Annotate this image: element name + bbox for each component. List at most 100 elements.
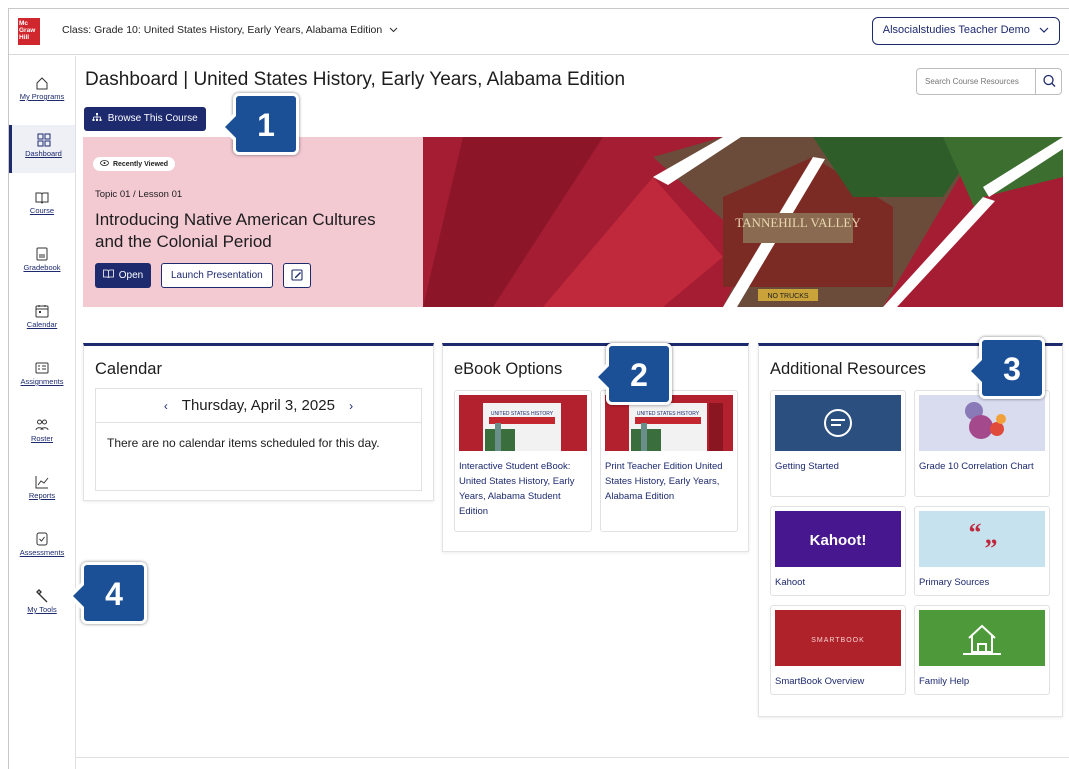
assessments-icon (36, 532, 48, 546)
ebook-card-student[interactable]: UNITED STATES HISTORY Interactive Studen… (454, 390, 592, 532)
sidebar-item-assessments[interactable]: Assessments (9, 524, 75, 572)
calendar-panel: Calendar ‹ Thursday, April 3, 2025 › The… (83, 343, 434, 501)
calendar-date-header: ‹ Thursday, April 3, 2025 › (96, 389, 421, 423)
hierarchy-icon (92, 113, 102, 121)
resource-card-primary-sources[interactable]: “ ” Primary Sources (914, 506, 1050, 596)
quote-icon: “ ” (919, 511, 1045, 567)
sidebar-item-dashboard[interactable]: Dashboard (9, 125, 75, 173)
house-icon (919, 610, 1045, 666)
book-icon (103, 269, 114, 279)
search-button[interactable] (1035, 68, 1062, 95)
kahoot-logo: Kahoot! (775, 511, 901, 567)
sidebar-item-course[interactable]: Course (9, 182, 75, 230)
resource-card-getting-started[interactable]: Getting Started (770, 390, 906, 497)
sidebar-item-label: Dashboard (25, 149, 62, 158)
sidebar-item-label: Assessments (19, 548, 65, 557)
calendar-date: Thursday, April 3, 2025 (181, 397, 335, 414)
callout-badge-1: 1 (220, 93, 299, 155)
sidebar-item-label: Reports (28, 491, 56, 500)
sidebar: My Programs Dashboard Course Gradebook C… (9, 56, 76, 769)
chat-bubble-icon (775, 395, 901, 451)
search-input[interactable] (916, 68, 1036, 95)
class-selector[interactable]: Class: Grade 10: United States History, … (62, 24, 398, 36)
sidebar-item-reports[interactable]: Reports (9, 467, 75, 515)
sidebar-item-label: Gradebook (23, 263, 61, 272)
calendar-icon (35, 305, 49, 318)
callout-badge-4: 4 (68, 562, 147, 624)
ebook-card-label: Print Teacher Edition United States Hist… (605, 461, 723, 502)
resource-card-label: Kahoot (775, 577, 806, 588)
browse-course-button[interactable]: Browse This Course (84, 107, 206, 131)
recently-viewed-badge: Recently Viewed (93, 157, 176, 171)
ebook-panel-title: eBook Options (454, 360, 563, 378)
additional-resources-panel: Additional Resources Getting Started Gra… (758, 343, 1063, 717)
launch-presentation-label: Launch Presentation (171, 270, 263, 281)
sidebar-item-calendar[interactable]: Calendar (9, 296, 75, 344)
resource-card-label: Primary Sources (919, 577, 990, 588)
recently-viewed-banner: TANNEHILL VALLEY NO TRUCKS Recently View… (83, 137, 1063, 307)
resource-card-kahoot[interactable]: Kahoot! Kahoot (770, 506, 906, 596)
sidebar-item-my-programs[interactable]: My Programs (9, 68, 75, 116)
ebook-card-label: Interactive Student eBook: United States… (459, 461, 575, 517)
resource-card-label: Getting Started (775, 461, 839, 472)
edit-lesson-button[interactable] (283, 263, 311, 288)
gradebook-icon (36, 247, 48, 261)
ebook-cover-image: UNITED STATES HISTORY (459, 395, 587, 451)
chevron-down-icon (1039, 27, 1049, 33)
sidebar-item-assignments[interactable]: Assignments (9, 353, 75, 401)
ebook-card-teacher[interactable]: UNITED STATES HISTORY Print Teacher Edit… (600, 390, 738, 532)
lesson-title: Introducing Native American Cultures and… (95, 210, 376, 251)
resources-panel-title: Additional Resources (770, 360, 926, 378)
top-bar: Mc Graw Hill Class: Grade 10: United State… (9, 9, 1069, 55)
resource-card-family-help[interactable]: Family Help (914, 605, 1050, 695)
tannehill-sign-text: TANNEHILL VALLEY (735, 215, 861, 230)
reports-icon (35, 476, 49, 489)
app-window: Mc Graw Hill Class: Grade 10: United State… (8, 8, 1069, 769)
svg-text:“: “ (969, 518, 982, 547)
callout-badge-2: 2 (593, 343, 672, 405)
svg-text:”: ” (985, 534, 998, 563)
previous-day-button[interactable]: ‹ (164, 399, 168, 413)
user-menu-label: Alsocialstudies Teacher Demo (882, 24, 1030, 36)
smartbook-logo-text: SMARTBOOK (811, 637, 865, 644)
calendar-empty-message: There are no calendar items scheduled fo… (107, 436, 380, 450)
launch-presentation-button[interactable]: Launch Presentation (161, 263, 273, 288)
topic-lesson-label: Topic 01 / Lesson 01 (95, 189, 183, 200)
calendar-panel-title: Calendar (95, 360, 162, 378)
next-day-button[interactable]: › (349, 399, 353, 413)
resource-card-correlation-chart[interactable]: Grade 10 Correlation Chart (914, 390, 1050, 497)
callout-badge-3: 3 (966, 337, 1045, 399)
open-lesson-button[interactable]: Open (95, 263, 152, 288)
calendar-box: ‹ Thursday, April 3, 2025 › There are no… (95, 388, 422, 491)
eye-icon (100, 160, 109, 166)
no-trucks-sign-text: NO TRUCKS (767, 293, 808, 300)
sidebar-item-label: Calendar (26, 320, 58, 329)
sidebar-item-roster[interactable]: Roster (9, 410, 75, 458)
sidebar-item-label: My Tools (27, 605, 57, 614)
resource-card-smartbook[interactable]: SMARTBOOK SmartBook Overview (770, 605, 906, 695)
sidebar-item-label: Assignments (20, 377, 64, 386)
sidebar-item-label: Roster (30, 434, 54, 443)
cover-title-small: UNITED STATES HISTORY (637, 411, 700, 417)
wrench-icon (36, 589, 48, 603)
browse-course-label: Browse This Course (107, 113, 198, 124)
page-title: Dashboard | United States History, Early… (85, 69, 626, 90)
sidebar-item-label: My Programs (19, 92, 65, 101)
cover-title-small: UNITED STATES HISTORY (491, 411, 554, 417)
assignments-icon (35, 362, 49, 374)
sidebar-item-gradebook[interactable]: Gradebook (9, 239, 75, 287)
sidebar-item-label: Course (29, 206, 55, 215)
resource-card-label: SmartBook Overview (775, 676, 865, 687)
user-menu-button[interactable]: Alsocialstudies Teacher Demo (871, 17, 1060, 45)
hero-photo-collage: TANNEHILL VALLEY NO TRUCKS (423, 137, 1063, 307)
mcgraw-hill-logo[interactable]: Mc Graw Hill (18, 18, 40, 45)
footer-divider (76, 757, 1069, 758)
sidebar-item-my-tools[interactable]: My Tools (9, 581, 75, 629)
home-icon (36, 77, 48, 90)
resource-card-label: Grade 10 Correlation Chart (919, 461, 1034, 472)
open-lesson-label: Open (118, 270, 144, 281)
class-selector-label: Class: Grade 10: United States History, … (62, 24, 383, 36)
kahoot-logo-text: Kahoot! (810, 532, 867, 549)
roster-icon (35, 419, 49, 431)
chevron-down-icon (389, 27, 398, 33)
